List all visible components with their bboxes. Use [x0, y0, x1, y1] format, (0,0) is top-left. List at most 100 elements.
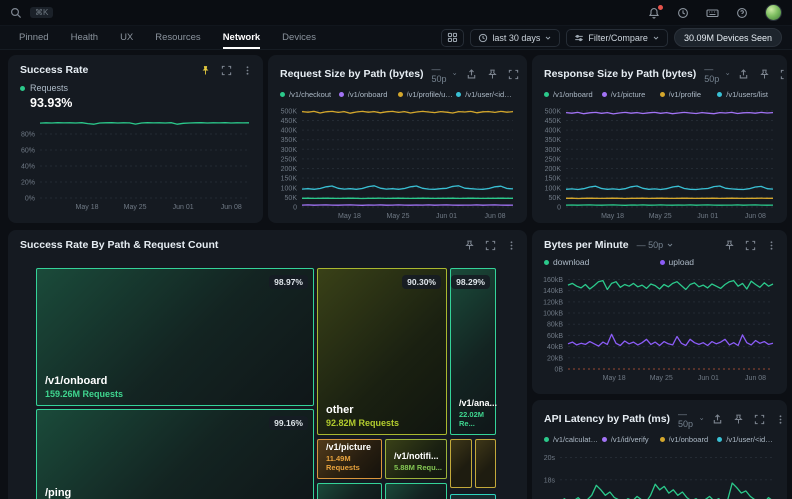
filter-compare-dropdown[interactable]: Filter/Compare	[566, 29, 668, 47]
pin-icon[interactable]	[759, 69, 770, 80]
tab-health[interactable]: Health	[62, 27, 107, 49]
response-size-chart[interactable]: 050K100K150K200K250K300K350K400K450K500K…	[536, 101, 781, 221]
global-search[interactable]: ⌘K	[10, 7, 648, 19]
api-latency-chart[interactable]: 20s18s16s14s12sMay 18May 25Jun 01Jun 08	[536, 446, 781, 499]
treemap-cell[interactable]	[450, 494, 496, 499]
treemap-cell-v1-picture[interactable]: /v1/picture11.49M Requests	[317, 439, 382, 479]
svg-text:140kB: 140kB	[543, 288, 563, 295]
cell-label: /v1/notifi... 5.88M Requ...	[394, 451, 442, 472]
keyboard-shortcuts-button[interactable]	[706, 7, 719, 19]
treemap-cell-v1-ana[interactable]: 98.29%/v1/ana...22.02M Re...	[450, 268, 496, 435]
share-icon[interactable]	[466, 69, 477, 80]
help-button[interactable]	[736, 7, 748, 19]
legend-dot	[660, 92, 665, 97]
devices-seen-button[interactable]: 30.09M Devices Seen	[674, 28, 782, 47]
legend-dot	[339, 92, 344, 97]
pin-icon[interactable]	[464, 240, 475, 251]
layout-grid-button[interactable]	[441, 29, 464, 47]
treemap-cell[interactable]	[450, 439, 472, 488]
tab-ux[interactable]: UX	[111, 27, 142, 49]
tab-pinned[interactable]: Pinned	[10, 27, 58, 49]
svg-text:100K: 100K	[545, 185, 562, 192]
legend-item[interactable]: /v1/checkout	[280, 90, 339, 99]
share-icon[interactable]	[712, 414, 723, 425]
expand-icon[interactable]	[780, 69, 787, 80]
kebab-menu-icon[interactable]	[242, 65, 253, 76]
legend-item[interactable]: /v1/onboard	[544, 90, 602, 99]
card-success-rate: Success Rate Requests 93.93% 0%20%40%60%…	[8, 55, 263, 223]
pin-icon[interactable]	[724, 240, 735, 251]
cell-label: /v1/ana...22.02M Re...	[459, 398, 497, 428]
expand-icon[interactable]	[745, 240, 756, 251]
legend-item[interactable]: /v1/user/<id>/profile	[456, 90, 515, 99]
percentile-dropdown[interactable]: — 50p	[678, 409, 704, 429]
treemap-cell[interactable]	[475, 439, 496, 488]
svg-text:150K: 150K	[545, 176, 562, 183]
svg-text:80%: 80%	[21, 132, 35, 139]
legend-item[interactable]: /v1/onboard	[660, 435, 718, 444]
treemap-cell[interactable]	[385, 483, 447, 499]
legend-item[interactable]: /v1/profile	[660, 90, 718, 99]
expand-icon[interactable]	[221, 65, 232, 76]
success-rate-treemap: 98.97%/v1/onboard159.26M Requests99.16%/…	[36, 268, 496, 499]
percentile-dropdown[interactable]: — 50p	[637, 240, 675, 250]
time-range-dropdown[interactable]: last 30 days	[470, 29, 560, 47]
treemap-cell-v1-notifi[interactable]: /v1/notifi... 5.88M Requ...	[385, 439, 447, 479]
history-button[interactable]	[677, 7, 689, 19]
percentile-label: — 50p	[637, 240, 664, 250]
chart-legend: download upload	[532, 254, 787, 267]
svg-text:Jun 08: Jun 08	[745, 375, 766, 382]
tab-resources[interactable]: Resources	[146, 27, 209, 49]
bytes-per-minute-chart[interactable]: 0B20kB40kB60kB80kB100kB120kB140kB160kBMa…	[536, 269, 781, 383]
legend-item-download[interactable]: download	[544, 257, 660, 267]
legend-item[interactable]: /v1/picture	[602, 90, 660, 99]
legend-item-requests[interactable]: Requests	[8, 79, 263, 93]
request-size-chart[interactable]: 050K100K150K200K250K300K350K400K450K500K…	[272, 101, 521, 221]
success-rate-badge: 98.97%	[269, 275, 308, 289]
success-rate-chart[interactable]: 0%20%40%60%80%May 18May 25Jun 01Jun 08	[12, 112, 257, 212]
chart-legend: /v1/calculate/eta /v1/id/verify /v1/onbo…	[532, 432, 787, 444]
percentile-dropdown[interactable]: — 50p	[432, 64, 458, 84]
cell-path-label: /ping	[45, 487, 71, 499]
cell-request-count: 5.88M Requ...	[394, 463, 442, 472]
topbar-actions	[648, 4, 782, 21]
tab-devices[interactable]: Devices	[273, 27, 325, 49]
legend-item[interactable]: /v1/id/verify	[602, 435, 660, 444]
card-title: Bytes per Minute	[544, 239, 629, 251]
expand-icon[interactable]	[485, 240, 496, 251]
legend-item[interactable]: /v1/profile/upload	[398, 90, 457, 99]
card-bytes-per-minute: Bytes per Minute — 50p download upload 0…	[532, 230, 787, 394]
share-icon[interactable]	[738, 69, 749, 80]
legend-item[interactable]: /v1/onboard	[339, 90, 398, 99]
svg-text:500K: 500K	[545, 108, 562, 115]
treemap-cell-ping[interactable]: 99.16%/ping	[36, 409, 314, 499]
percentile-dropdown[interactable]: — 50p	[704, 64, 730, 84]
pin-icon[interactable]	[733, 414, 744, 425]
legend-label: /v1/onboard	[553, 90, 593, 99]
expand-icon[interactable]	[508, 69, 519, 80]
kebab-menu-icon[interactable]	[775, 414, 786, 425]
svg-text:0B: 0B	[554, 367, 563, 374]
treemap-cell-v1-onboard[interactable]: 98.97%/v1/onboard159.26M Requests	[36, 268, 314, 406]
cell-path-label: other	[326, 404, 399, 416]
success-rate-badge: 90.30%	[402, 275, 441, 289]
legend-item[interactable]: /v1/users/list	[717, 90, 775, 99]
legend-item-upload[interactable]: upload	[660, 257, 776, 267]
svg-text:400K: 400K	[545, 128, 562, 135]
pin-icon[interactable]	[200, 65, 211, 76]
kebab-menu-icon[interactable]	[506, 240, 517, 251]
treemap-cell-other[interactable]: 90.30%other92.82M Requests	[317, 268, 447, 435]
tab-network[interactable]: Network	[214, 27, 269, 49]
legend-item[interactable]: /v1/calculate/eta	[544, 435, 602, 444]
cell-path-label: /v1/notifi...	[394, 451, 442, 461]
svg-text:May 25: May 25	[387, 213, 410, 220]
svg-text:May 25: May 25	[650, 375, 673, 382]
notifications-button[interactable]	[648, 7, 660, 19]
legend-item[interactable]: /v1/user/<id>/rem...	[717, 435, 775, 444]
pin-icon[interactable]	[487, 69, 498, 80]
expand-icon[interactable]	[754, 414, 765, 425]
treemap-cell[interactable]	[317, 483, 382, 499]
kebab-menu-icon[interactable]	[766, 240, 777, 251]
avatar[interactable]	[765, 4, 782, 21]
cell-request-count: 11.49M Requests	[326, 454, 381, 472]
